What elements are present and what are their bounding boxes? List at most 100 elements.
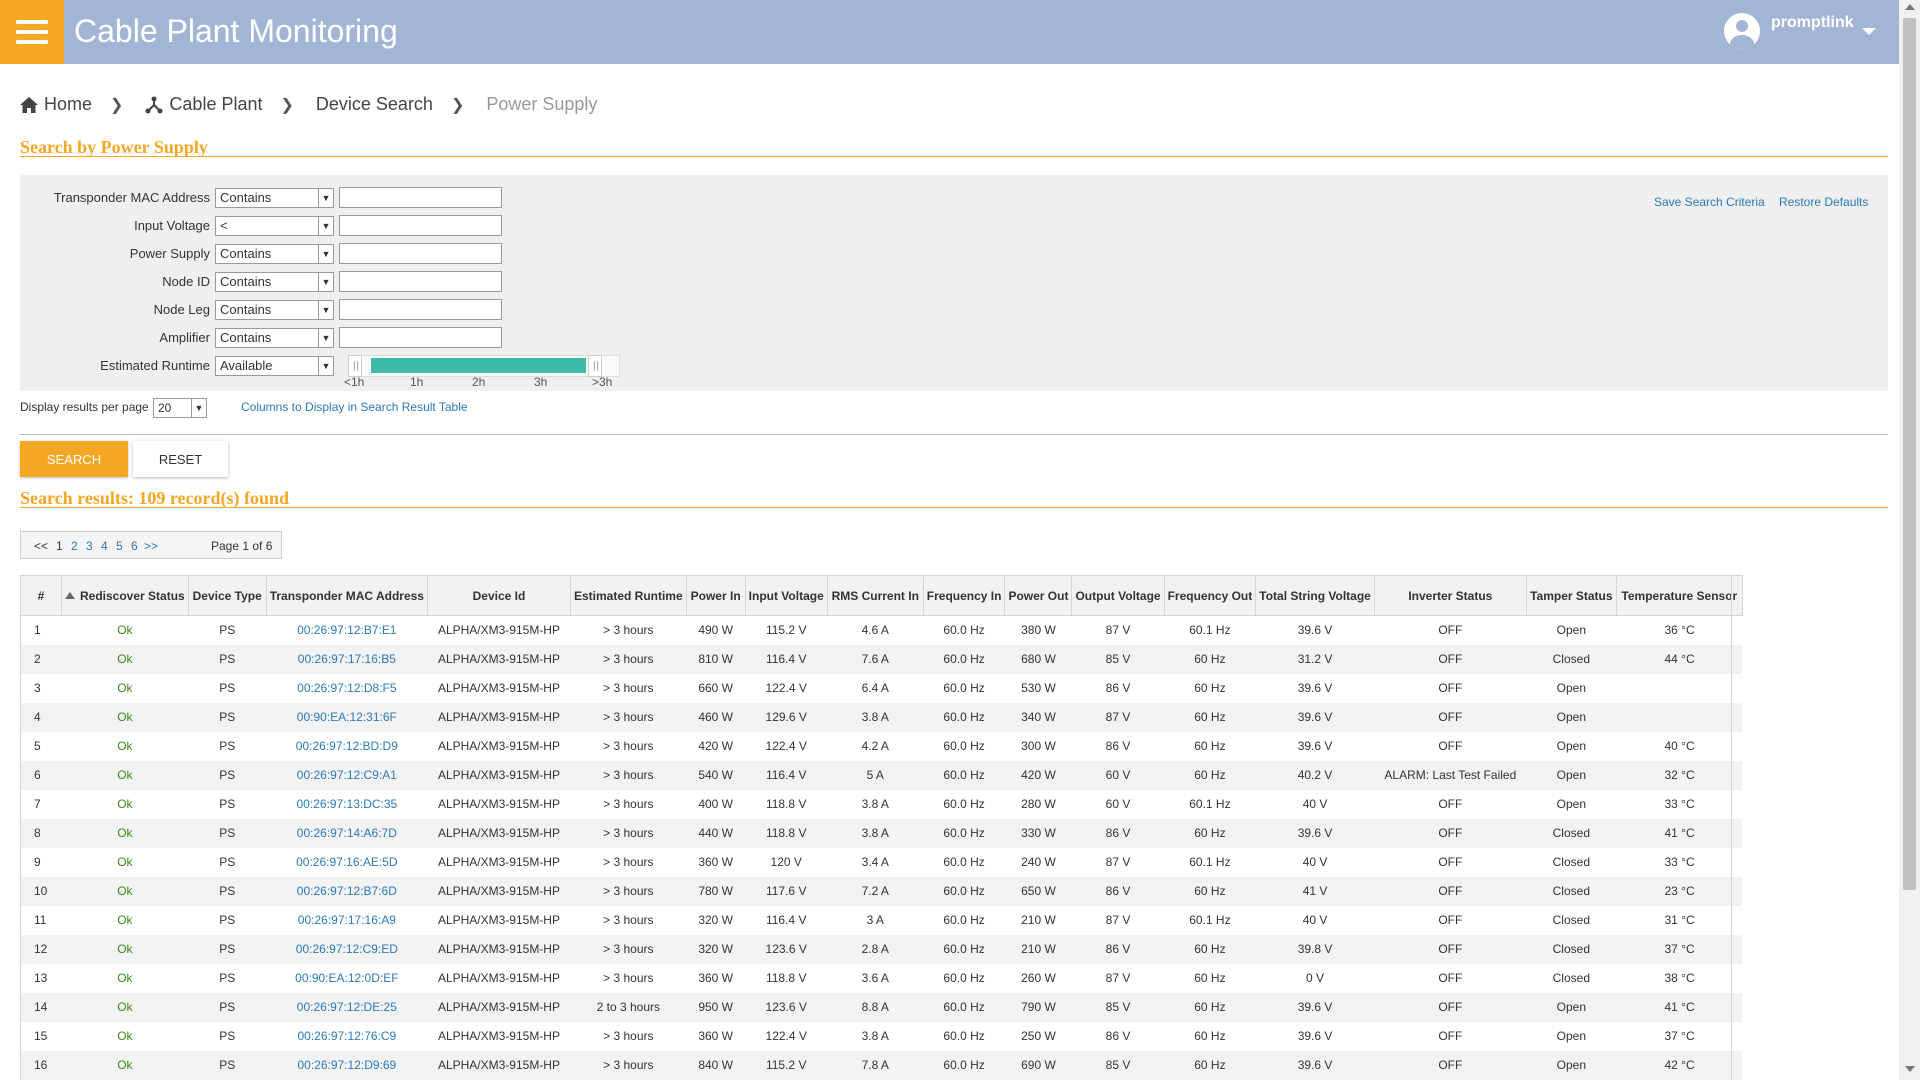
pagination-last[interactable]: >> [144,539,158,553]
mac-address-link[interactable]: 00:26:97:12:C9:A1 [266,760,428,790]
node-id-search-input[interactable] [339,271,502,292]
table-cell: 780 W [686,876,746,906]
table-cell: Ok [117,797,133,811]
mac-address-link[interactable]: 00:90:EA:12:0D:EF [266,964,427,993]
user-menu-caret-icon[interactable] [1862,28,1876,35]
table-cell: 40 °C [1664,739,1695,753]
column-header[interactable]: Frequency In [922,575,1006,616]
columns-to-display-link[interactable]: Columns to Display in Search Result Tabl… [241,400,468,414]
breadcrumb-cable-plant[interactable]: Cable Plant [145,94,262,115]
node-id-operator-select[interactable]: Contains ▼ [215,272,334,292]
pagination-page-1[interactable]: 1 [56,539,63,553]
mac-address-link[interactable]: 00:26:97:12:DE:25 [266,992,428,1022]
restore-defaults-link[interactable]: Restore Defaults [1779,195,1868,209]
table-row[interactable]: 4 Ok PS 00:90:EA:12:31:6F ALPHA/XM3-915M-HP >… [20,702,1743,732]
mac-address-link[interactable]: 00:26:97:12:D8:F5 [266,674,427,703]
column-header[interactable]: Total String Voltage [1255,575,1375,616]
column-header[interactable]: Frequency Out [1163,575,1257,616]
column-header[interactable]: RMS Current In [826,575,924,616]
user-avatar-icon[interactable] [1724,13,1760,49]
table-row[interactable]: 6 Ok PS 00:26:97:12:C9:A1 ALPHA/XM3-915M-HP >… [20,760,1743,790]
breadcrumb-device-search[interactable]: Device Search [316,94,433,115]
mac-address-link[interactable]: 00:26:97:14:A6:7D [266,818,428,848]
table-row[interactable]: 12 Ok PS 00:26:97:12:C9:ED ALPHA/XM3-915M-HP… [20,934,1743,964]
table-cell: 60.0 Hz [923,876,1005,906]
table-row[interactable]: 14 Ok PS 00:26:97:12:DE:25 ALPHA/XM3-915M-HP… [20,992,1743,1022]
column-header[interactable]: Transponder MAC Address [265,575,428,616]
breadcrumb-home[interactable]: Home [20,94,92,115]
column-header[interactable]: Temperature Sensor [1615,575,1743,616]
table-row[interactable]: 16 Ok PS 00:26:97:12:D9:69 ALPHA/XM3-915M-HP… [20,1050,1743,1080]
reset-button[interactable]: RESET [133,441,228,477]
table-row[interactable]: 1 Ok PS 00:26:97:12:B7:E1 ALPHA/XM3-915M-HP >… [21,616,1743,645]
table-cell: Closed [1526,876,1617,906]
input-voltage-search-input[interactable] [339,215,502,236]
mac-address-link[interactable]: 00:26:97:12:BD:D9 [266,732,427,761]
column-header[interactable]: Input Voltage [744,575,828,616]
table-row[interactable]: 8 Ok PS 00:26:97:14:A6:7D ALPHA/XM3-915M-HP >… [20,818,1743,848]
runtime-slider-min-handle[interactable] [348,355,362,377]
table-row[interactable]: 11 Ok PS 00:26:97:17:16:A9 ALPHA/XM3-915M-HP… [21,906,1743,935]
power-supply-operator-select[interactable]: Contains ▼ [215,244,334,264]
input-voltage-operator-select[interactable]: < ▼ [215,216,334,236]
runtime-slider-max-handle[interactable] [588,355,602,377]
pagination-page-5[interactable]: 5 [116,539,123,553]
column-header[interactable]: Estimated Runtime [569,575,687,616]
table-cell: 85 V [1071,992,1165,1022]
runtime-operator-select[interactable]: Available ▼ [215,356,334,376]
mac-operator-select[interactable]: Contains ▼ [215,188,334,208]
mac-address-link[interactable]: 00:26:97:17:16:B5 [266,644,428,674]
mac-address-link[interactable]: 00:26:97:12:C9:ED [266,934,428,964]
column-header-rediscover-status[interactable]: Rediscover Status [61,575,189,616]
table-row[interactable]: 2 Ok PS 00:26:97:17:16:B5 ALPHA/XM3-915M-HP >… [20,644,1743,674]
power-supply-search-input[interactable] [339,243,502,264]
mac-address-link[interactable]: 00:26:97:16:AE:5D [266,848,427,877]
table-cell: 86 V [1071,818,1165,848]
mac-address-link[interactable]: 00:90:EA:12:31:6F [266,702,428,732]
slider-tick-label: 1h [410,375,424,389]
table-row[interactable]: 7 Ok PS 00:26:97:13:DC:35 ALPHA/XM3-915M-HP >… [21,790,1743,819]
table-row[interactable]: 15 Ok PS 00:26:97:12:76:C9 ALPHA/XM3-915M-HP… [21,1022,1743,1051]
mac-address-link[interactable]: 00:26:97:13:DC:35 [266,790,427,819]
mac-address-link[interactable]: 00:26:97:12:B7:6D [266,876,428,906]
column-header[interactable]: Inverter Status [1373,575,1527,616]
column-header[interactable]: Tamper Status [1525,575,1617,616]
pagination-page-6[interactable]: 6 [131,539,138,553]
column-header[interactable]: Output Voltage [1071,575,1165,616]
table-row[interactable]: 5 Ok PS 00:26:97:12:BD:D9 ALPHA/XM3-915M-HP >… [21,732,1743,761]
pagination-page-4[interactable]: 4 [101,539,108,553]
mac-address-link[interactable]: 00:26:97:12:B7:E1 [266,616,427,645]
column-header[interactable]: Device Id [426,575,571,616]
mac-address-link[interactable]: 00:26:97:17:16:A9 [266,906,427,935]
pagination-first[interactable]: << [34,539,48,553]
table-cell: 3.8 A [861,797,889,811]
scroll-up-arrow-icon[interactable] [1905,4,1915,10]
table-row[interactable]: 9 Ok PS 00:26:97:16:AE:5D ALPHA/XM3-915M-HP >… [21,848,1743,877]
amplifier-operator-select[interactable]: Contains ▼ [215,328,334,348]
user-name[interactable]: promptlink [1771,14,1854,32]
column-header[interactable]: Power In [685,575,746,616]
mac-address-link[interactable]: 00:26:97:12:D9:69 [266,1050,428,1080]
node-leg-operator-select[interactable]: Contains ▼ [215,300,334,320]
table-row[interactable]: 13 Ok PS 00:90:EA:12:0D:EF ALPHA/XM3-915M-HP… [21,964,1743,993]
column-header[interactable]: Power Out [1004,575,1073,616]
amplifier-search-input[interactable] [339,327,502,348]
table-row[interactable]: 3 Ok PS 00:26:97:12:D8:F5 ALPHA/XM3-915M-HP >… [21,674,1743,703]
table-cell: > 3 hours [570,1050,687,1080]
column-header[interactable]: # [20,575,62,616]
mac-search-input[interactable] [339,187,502,208]
page-scrollbar[interactable] [1899,0,1920,1080]
save-search-criteria-link[interactable]: Save Search Criteria [1654,195,1765,209]
hamburger-menu-icon[interactable] [0,0,64,64]
column-header[interactable]: Device Type [187,575,267,616]
per-page-select[interactable]: 20 ▼ [153,398,207,418]
mac-address-link[interactable]: 00:26:97:12:76:C9 [266,1022,427,1051]
table-cell: 3 [34,681,41,695]
scroll-down-arrow-icon[interactable] [1905,1066,1915,1072]
node-leg-search-input[interactable] [339,299,502,320]
table-row[interactable]: 10 Ok PS 00:26:97:12:B7:6D ALPHA/XM3-915M-HP… [20,876,1743,906]
pagination-page-3[interactable]: 3 [86,539,93,553]
scrollbar-thumb[interactable] [1903,18,1916,890]
pagination-page-2[interactable]: 2 [71,539,78,553]
search-button[interactable]: SEARCH [20,441,128,477]
